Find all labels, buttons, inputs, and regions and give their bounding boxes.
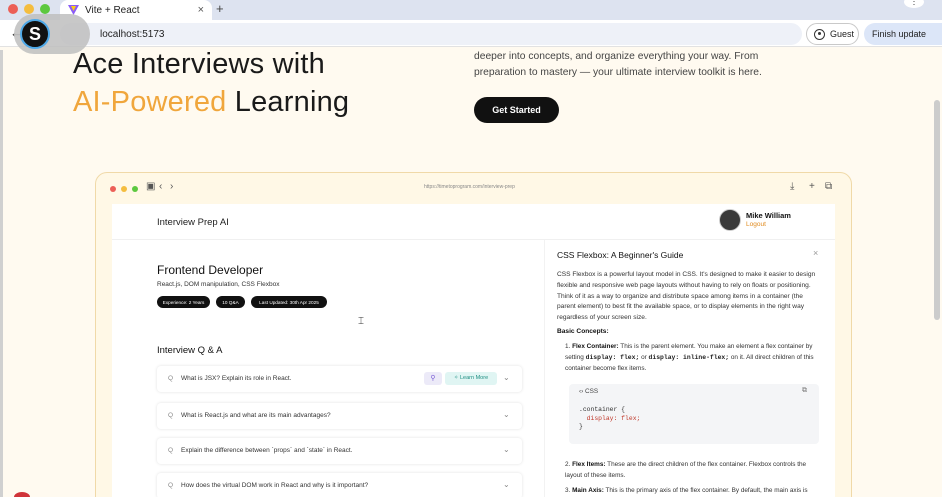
basic-concepts-heading: Basic Concepts:: [557, 328, 609, 335]
hero-title-line1: Ace Interviews with: [73, 48, 325, 80]
learn-more-button: ✧ Learn More: [445, 372, 497, 385]
chrome-menu-icon[interactable]: ⋮: [904, 0, 924, 8]
learn-more-label: Learn More: [460, 375, 489, 381]
hero-title-rest: Learning: [226, 86, 350, 118]
qa-section-title: Interview Q & A: [157, 345, 223, 356]
preview-close-dot: [110, 186, 116, 192]
code-line: .container {: [579, 406, 626, 413]
panel-intro: CSS Flexbox is a powerful layout model i…: [557, 271, 816, 322]
point-flex-items: 2. Flex Items: These are the direct chil…: [565, 461, 807, 479]
experience-badge: Experience: 2 Years: [157, 296, 210, 308]
last-updated-badge: Last Updated: 30th Apr 2025: [251, 296, 327, 308]
code-text: .container { display: flex; }: [579, 406, 640, 432]
new-tab-button[interactable]: +: [216, 1, 224, 16]
preview-add-icon: +: [809, 181, 815, 192]
left-edge-strip: [0, 50, 3, 497]
chevron-down-icon: ⌄: [503, 410, 510, 419]
chevron-down-icon: ⌄: [503, 373, 510, 382]
question-card: Q How does the virtual DOM work in React…: [157, 473, 522, 497]
question-text: What is React.js and what are its main a…: [181, 412, 331, 419]
role-title: Frontend Developer: [157, 263, 264, 277]
app-header: Interview Prep AI Mike William Logout: [112, 204, 835, 240]
hero-description: deeper into concepts, and organize every…: [474, 51, 762, 78]
avatar: [719, 209, 741, 231]
hero-title-accent: AI-Powered: [73, 86, 227, 118]
preview-minimize-dot: [121, 186, 127, 192]
tab-title: Vite + React: [85, 4, 140, 16]
code-block: ‹› CSS ⧉ .container { display: flex; }: [569, 384, 819, 444]
preview-maximize-dot: [132, 186, 138, 192]
code-line: }: [579, 423, 583, 431]
hero-title-line2: AI-Powered Learning: [73, 86, 349, 119]
panel-title: CSS Flexbox: A Beginner's Guide: [557, 250, 684, 260]
question-mark: Q: [168, 447, 174, 454]
recorder-overlay: S: [14, 14, 90, 54]
question-text: How does the virtual DOM work in React a…: [181, 482, 369, 489]
download-icon: ⤓: [790, 181, 795, 192]
panel-close-icon: ×: [813, 248, 819, 258]
point-label: Flex Items:: [572, 461, 606, 468]
point-label: Flex Container:: [572, 343, 619, 350]
question-card: Q Explain the difference between `props`…: [157, 438, 522, 464]
mouse-cursor-icon: ⌶: [358, 316, 364, 327]
minimize-window-icon[interactable]: [24, 4, 34, 14]
role-topics: React.js, DOM manipulation, CSS Flexbox: [157, 281, 280, 288]
preview-back-icon: ‹: [159, 181, 163, 192]
question-mark: Q: [168, 412, 174, 419]
point-text: This is the primary axis of the flex con…: [603, 487, 808, 494]
address-url: localhost:5173: [100, 28, 165, 40]
browser-toolbar: ← localhost:5173 Guest Finish update: [0, 20, 942, 47]
update-label: Finish update: [872, 29, 927, 39]
preview-forward-icon: ›: [170, 181, 174, 192]
page-scrollbar[interactable]: [934, 100, 940, 320]
guest-profile-button[interactable]: Guest: [806, 23, 859, 45]
logout-link: Logout: [746, 221, 766, 228]
code-lang: ‹› CSS: [579, 388, 599, 395]
question-mark: Q: [168, 375, 174, 382]
question-card: Q What is JSX? Explain its role in React…: [157, 366, 522, 392]
point-text: or: [639, 353, 649, 361]
tab-close-icon[interactable]: ×: [198, 4, 204, 16]
copy-icon: ⧉: [802, 387, 807, 394]
record-indicator: [14, 492, 30, 497]
browser-tab[interactable]: Vite + React ×: [60, 0, 212, 20]
preview-url: https://timetoprogram.com/interview-prep: [424, 184, 515, 190]
address-bar[interactable]: localhost:5173: [60, 23, 802, 45]
inline-code: display: inline-flex;: [648, 353, 730, 361]
user-name: Mike William: [746, 211, 791, 220]
profile-icon: [814, 28, 825, 40]
chevron-down-icon: ⌄: [503, 445, 510, 454]
get-started-button[interactable]: Get Started: [474, 97, 559, 123]
question-card: Q What is React.js and what are its main…: [157, 403, 522, 429]
pin-icon: ⚲: [424, 372, 442, 385]
s-logo-icon: S: [20, 19, 50, 49]
preview-page: Interview Prep AI Mike William Logout Fr…: [112, 204, 835, 497]
app-name: Interview Prep AI: [157, 217, 229, 228]
question-text: What is JSX? Explain its role in React.: [181, 375, 292, 382]
browser-tab-strip: Vite + React × + ⋮: [0, 0, 942, 20]
question-mark: Q: [168, 482, 174, 489]
code-line: display: flex;: [579, 414, 641, 422]
question-text: Explain the difference between `props` a…: [181, 447, 353, 454]
explanation-panel: CSS Flexbox: A Beginner's Guide × CSS Fl…: [544, 240, 835, 497]
copy-window-icon: ⧉: [825, 181, 833, 192]
point-main-axis: 3. Main Axis: This is the primary axis o…: [565, 487, 808, 494]
app-preview-window: ▣ ‹ › https://timetoprogram.com/intervie…: [95, 172, 852, 497]
guest-label: Guest: [830, 29, 855, 39]
finish-update-button[interactable]: Finish update: [864, 23, 942, 45]
code-lang-label: CSS: [585, 388, 599, 395]
close-window-icon[interactable]: [8, 4, 18, 14]
qa-count-badge: 10 Q&A: [216, 296, 245, 308]
point-flex-container: 1. Flex Container: This is the parent el…: [565, 343, 814, 372]
inline-code: display: flex;: [585, 353, 640, 361]
sidebar-toggle-icon: ▣: [146, 181, 156, 192]
chevron-down-icon: ⌄: [503, 480, 510, 489]
maximize-window-icon[interactable]: [40, 4, 50, 14]
point-label: Main Axis:: [572, 487, 604, 494]
